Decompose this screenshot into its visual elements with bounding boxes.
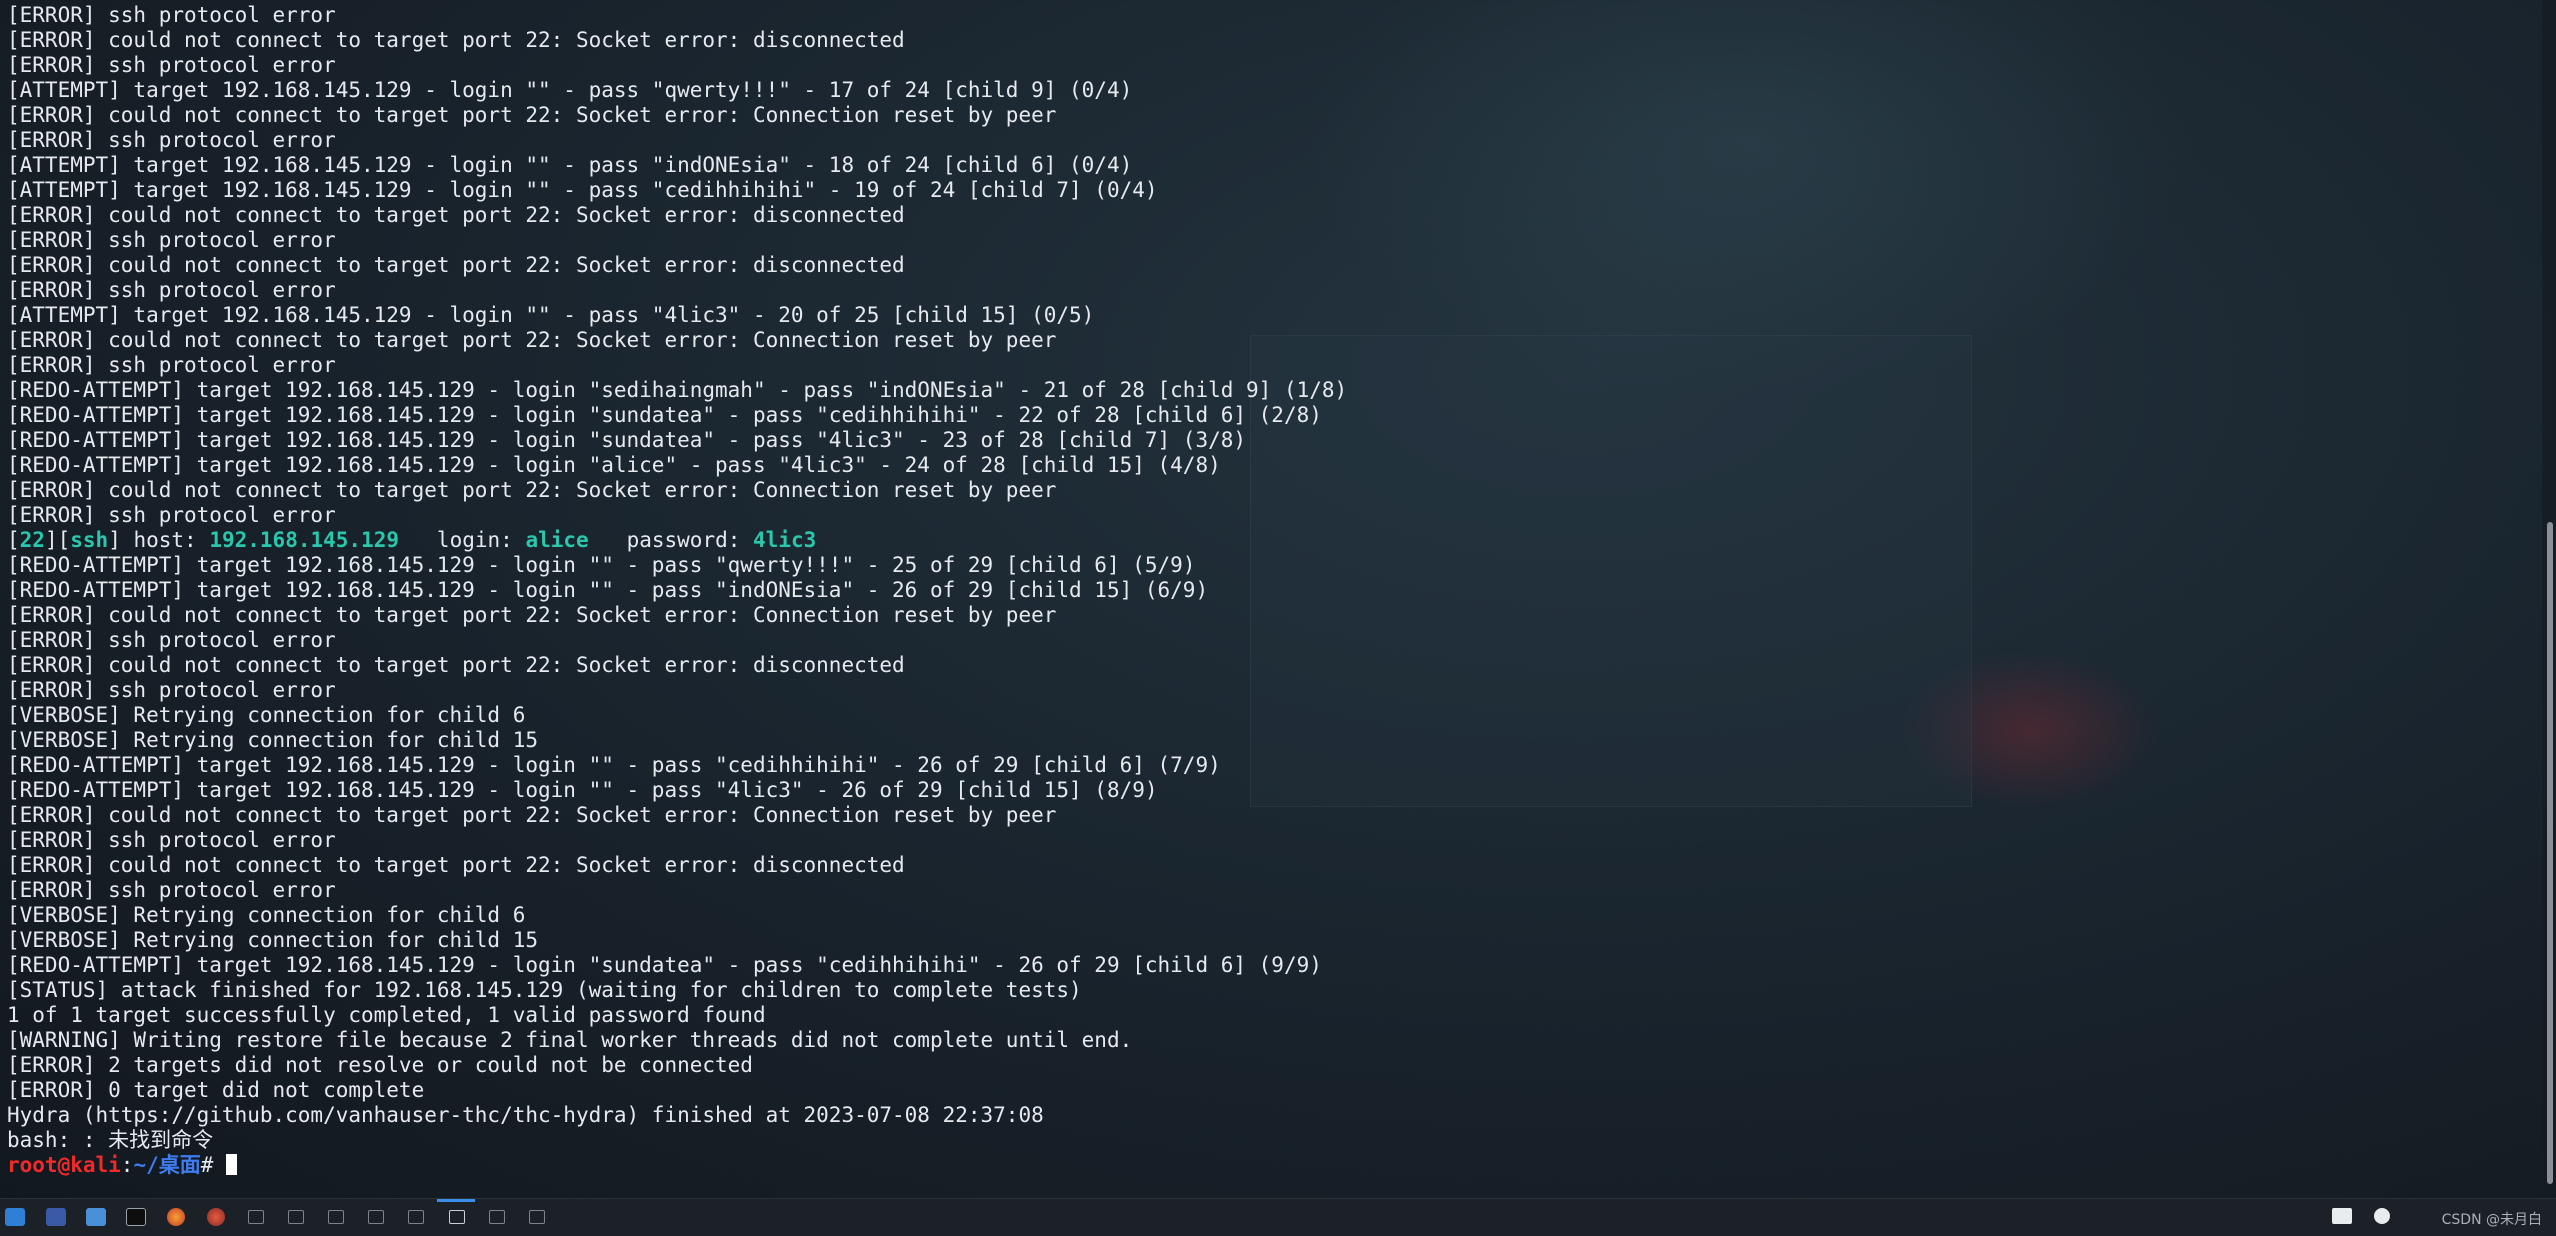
terminal-line: [VERBOSE] Retrying connection for child …: [7, 703, 526, 727]
terminal-scrollbar[interactable]: [2542, 0, 2556, 1198]
found-password: 4lic3: [753, 528, 817, 552]
window-1-icon[interactable]: [248, 1210, 264, 1224]
terminal-line: [REDO-ATTEMPT] target 192.168.145.129 - …: [7, 428, 1247, 452]
window-3-icon[interactable]: [328, 1210, 344, 1224]
chat-icon[interactable]: [2332, 1208, 2352, 1224]
terminal-line: [ERROR] 2 targets did not resolve or cou…: [7, 1053, 753, 1077]
terminal-line: [ATTEMPT] target 192.168.145.129 - login…: [7, 78, 1133, 102]
terminal-line: [ERROR] ssh protocol error: [7, 353, 336, 377]
firefox-icon-2[interactable]: [207, 1208, 225, 1226]
terminal-line: [VERBOSE] Retrying connection for child …: [7, 903, 526, 927]
terminal-line: [REDO-ATTEMPT] target 192.168.145.129 - …: [7, 453, 1221, 477]
terminal-line: [ERROR] could not connect to target port…: [7, 603, 1057, 627]
terminal-line: [ERROR] ssh protocol error: [7, 503, 336, 527]
prompt-user-host: root@kali: [7, 1153, 121, 1177]
found-login: alice: [525, 528, 589, 552]
terminal-line: [ERROR] could not connect to target port…: [7, 253, 905, 277]
prompt-path: ~/桌面: [133, 1153, 201, 1177]
terminal-line: [REDO-ATTEMPT] target 192.168.145.129 - …: [7, 778, 1158, 802]
terminal-line: bash: : 未找到命令: [7, 1128, 214, 1152]
window-8-icon[interactable]: [529, 1210, 545, 1224]
network-icon[interactable]: [2374, 1208, 2390, 1224]
terminal-line: [ERROR] ssh protocol error: [7, 128, 336, 152]
found-port: 22: [19, 528, 45, 552]
desktop-icon[interactable]: [46, 1208, 66, 1226]
terminal-output[interactable]: [ERROR] ssh protocol error [ERROR] could …: [0, 0, 2540, 1198]
taskbar: CSDN @未月白: [0, 1198, 2556, 1236]
text-cursor: [226, 1154, 238, 1175]
window-7-icon[interactable]: [489, 1210, 505, 1224]
active-window-indicator: [437, 1199, 475, 1202]
terminal-line: [REDO-ATTEMPT] target 192.168.145.129 - …: [7, 378, 1348, 402]
window-4-icon[interactable]: [368, 1210, 384, 1224]
csdn-watermark: CSDN @未月白: [2441, 1212, 2542, 1228]
terminal-line: [WARNING] Writing restore file because 2…: [7, 1028, 1133, 1052]
terminal-line: Hydra (https://github.com/vanhauser-thc/…: [7, 1103, 1044, 1127]
terminal-line: [ERROR] could not connect to target port…: [7, 653, 905, 677]
window-2-icon[interactable]: [288, 1210, 304, 1224]
terminal-line: [ERROR] could not connect to target port…: [7, 203, 905, 227]
terminal-line: [REDO-ATTEMPT] target 192.168.145.129 - …: [7, 953, 1322, 977]
terminal-line: [REDO-ATTEMPT] target 192.168.145.129 - …: [7, 578, 1209, 602]
terminal-line: [VERBOSE] Retrying connection for child …: [7, 928, 539, 952]
window-6-active-icon[interactable]: [449, 1210, 465, 1224]
window-5-icon[interactable]: [408, 1210, 424, 1224]
terminal-line: [VERBOSE] Retrying connection for child …: [7, 728, 539, 752]
terminal-line: [ERROR] ssh protocol error: [7, 228, 336, 252]
terminal-line: [ERROR] ssh protocol error: [7, 628, 336, 652]
terminal-line: [ERROR] could not connect to target port…: [7, 478, 1057, 502]
terminal-line: [ATTEMPT] target 192.168.145.129 - login…: [7, 153, 1133, 177]
terminal-line: [ATTEMPT] target 192.168.145.129 - login…: [7, 303, 1095, 327]
terminal-line: [ERROR] ssh protocol error: [7, 678, 336, 702]
terminal-line: [ERROR] ssh protocol error: [7, 878, 336, 902]
terminal-line: [ERROR] ssh protocol error: [7, 828, 336, 852]
found-service: ssh: [70, 528, 109, 552]
firefox-icon[interactable]: [167, 1208, 185, 1226]
terminal-line: [ERROR] ssh protocol error: [7, 53, 336, 77]
file-manager-icon[interactable]: [86, 1208, 106, 1226]
terminal-line: [ERROR] could not connect to target port…: [7, 28, 905, 52]
scrollbar-thumb[interactable]: [2547, 522, 2553, 1184]
terminal-line: [ATTEMPT] target 192.168.145.129 - login…: [7, 178, 1158, 202]
kali-menu-icon[interactable]: [5, 1208, 25, 1226]
terminal-line: [ERROR] ssh protocol error: [7, 278, 336, 302]
terminal-line: [REDO-ATTEMPT] target 192.168.145.129 - …: [7, 553, 1196, 577]
found-host: 192.168.145.129: [209, 528, 399, 552]
shell-prompt[interactable]: root@kali:~/桌面#: [7, 1153, 238, 1178]
terminal-line: [ERROR] could not connect to target port…: [7, 103, 1057, 127]
terminal-line: [ERROR] could not connect to target port…: [7, 853, 905, 877]
terminal-line: 1 of 1 target successfully completed, 1 …: [7, 1003, 766, 1027]
found-credentials-line: [22][ssh] host: 192.168.145.129 login: a…: [7, 528, 817, 552]
terminal-line: [REDO-ATTEMPT] target 192.168.145.129 - …: [7, 753, 1221, 777]
terminal-line: [ERROR] 0 target did not complete: [7, 1078, 425, 1102]
terminal-line: [STATUS] attack finished for 192.168.145…: [7, 978, 1082, 1002]
terminal-icon[interactable]: [126, 1208, 146, 1226]
terminal-line: [ERROR] could not connect to target port…: [7, 803, 1057, 827]
terminal-line: [ERROR] ssh protocol error: [7, 3, 336, 27]
terminal-line: [ERROR] could not connect to target port…: [7, 328, 1057, 352]
terminal-line: [REDO-ATTEMPT] target 192.168.145.129 - …: [7, 403, 1322, 427]
